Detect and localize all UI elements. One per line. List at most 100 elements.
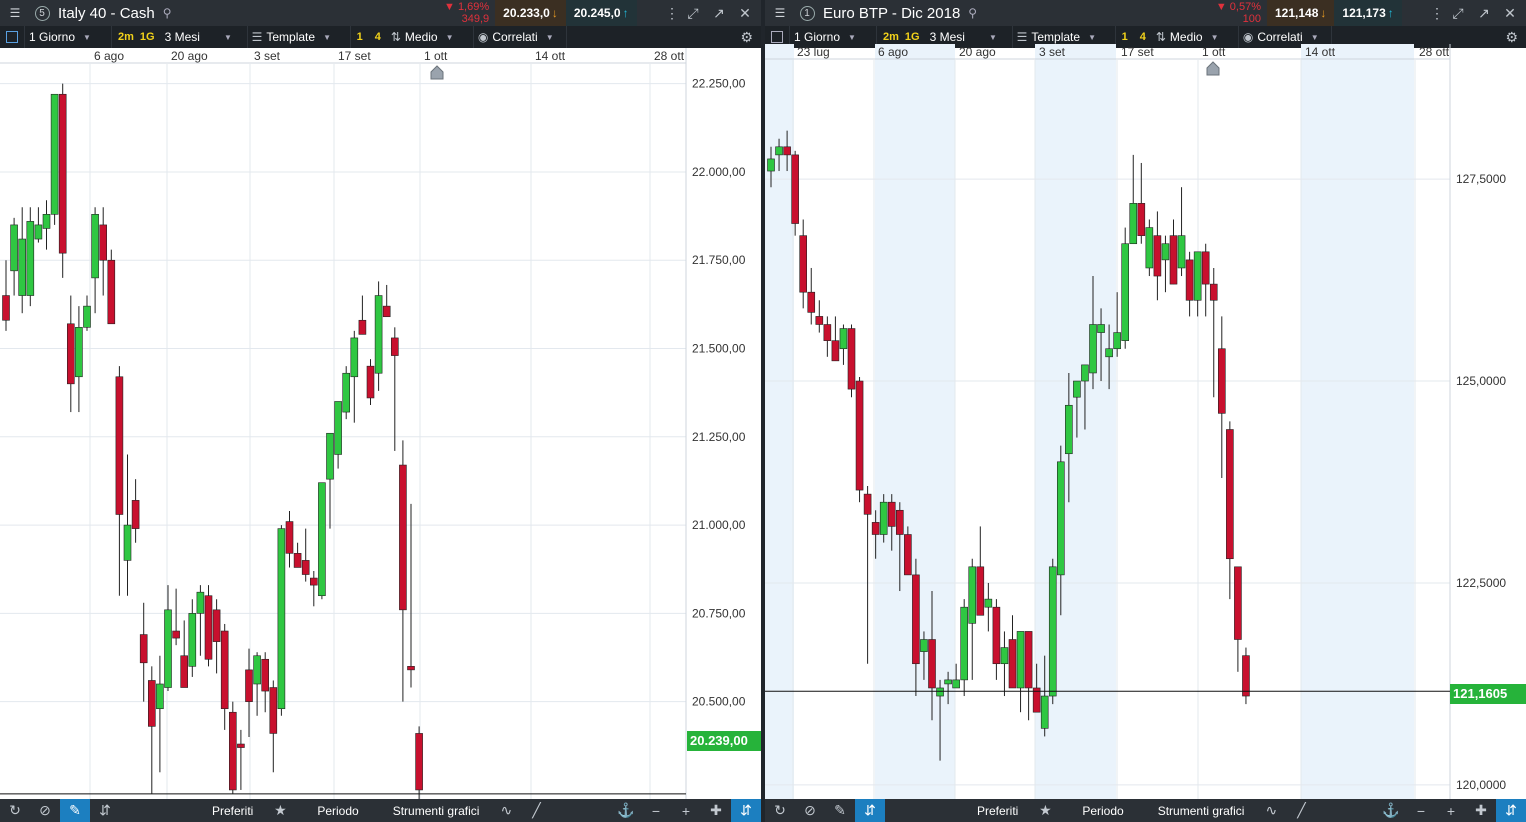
refresh-icon[interactable]: ↻ (0, 802, 30, 819)
candle-body (107, 259, 116, 325)
expand-icon[interactable]: ⤢ (680, 5, 706, 22)
popout-icon[interactable]: ↗ (706, 5, 732, 22)
trend-icon[interactable]: ╱ (521, 802, 551, 819)
close-icon[interactable]: ✕ (732, 5, 758, 22)
chevron-down-icon: ▼ (323, 32, 331, 42)
star-icon[interactable]: ★ (265, 802, 295, 819)
zoom-in-icon[interactable]: + (1436, 803, 1466, 819)
favorites-button[interactable]: Preferiti (965, 804, 1030, 818)
chart-type-label: Medio (404, 30, 438, 44)
candle-body (1008, 639, 1017, 689)
settings-gear-icon[interactable]: ⚙ (1505, 29, 1518, 46)
sell-price-button[interactable]: 20.233,0 ↓ (495, 0, 566, 26)
layout-4-button[interactable]: 4 (369, 31, 387, 43)
clear-icon[interactable]: ⊘ (795, 802, 825, 819)
popout-icon[interactable]: ↗ (1471, 5, 1497, 22)
star-icon[interactable]: ★ (1030, 802, 1060, 819)
crosshair-icon[interactable]: ✚ (1466, 802, 1496, 819)
interval-2m-button[interactable]: 2m (877, 31, 905, 43)
instrument-title[interactable]: Italy 40 - Cash (58, 5, 155, 22)
drawing-tools-button[interactable]: Strumenti grafici (1146, 804, 1257, 818)
menu-icon[interactable]: ☰ (765, 0, 795, 26)
candle-body (799, 235, 808, 293)
panel-number-badge[interactable]: 1 (795, 0, 819, 26)
template-label: Template (1031, 30, 1081, 44)
menu-icon[interactable]: ☰ (0, 0, 30, 26)
chevron-down-icon: ▼ (83, 32, 91, 42)
candle-body (920, 639, 928, 652)
wave-icon[interactable]: ∿ (1256, 802, 1286, 819)
buy-price-button[interactable]: 20.245,0 ↑ (565, 0, 637, 26)
grip-icon[interactable]: ⋮ (664, 5, 680, 22)
close-icon[interactable]: ✕ (1497, 5, 1523, 22)
correlati-select[interactable]: ◉ Correlati ▼ (474, 26, 567, 48)
panel-number-badge[interactable]: 5 (30, 0, 54, 26)
candle-body (912, 574, 920, 665)
anchor-icon[interactable]: ⚓ (611, 802, 641, 819)
search-icon[interactable]: ⚲ (968, 6, 977, 20)
wave-icon[interactable]: ∿ (491, 802, 521, 819)
refresh-icon[interactable]: ↻ (765, 802, 795, 819)
period-button[interactable]: Periodo (1060, 804, 1145, 818)
move-icon[interactable]: ⇵ (731, 799, 761, 822)
candle-body (75, 327, 83, 378)
up-arrow-icon: ↑ (1387, 6, 1394, 20)
chevron-down-icon: ▼ (988, 32, 997, 42)
candle-body (775, 146, 783, 156)
candle-body (1193, 251, 1202, 301)
instrument-title[interactable]: Euro BTP - Dic 2018 (823, 5, 960, 22)
anchor-icon[interactable]: ⚓ (1376, 802, 1406, 819)
candle-body (936, 687, 944, 697)
period-button[interactable]: Periodo (295, 804, 380, 818)
candle (172, 588, 180, 646)
candlestick-chart[interactable]: 22.250,00 22.000,00 21.750,00 21.500,00 21.2… (0, 48, 761, 799)
candle (358, 295, 367, 335)
candle-body (1169, 235, 1178, 285)
zoom-out-icon[interactable]: − (1406, 803, 1436, 819)
interval-1g-button[interactable]: 1G (140, 31, 161, 43)
pencil-icon[interactable]: ✎ (60, 799, 90, 822)
expand-icon[interactable]: ⤢ (1445, 5, 1471, 22)
candle (50, 93, 59, 225)
y-tick-label: 21.500,00 (692, 342, 746, 356)
zoom-in-icon[interactable]: + (671, 803, 701, 819)
sort-icon[interactable]: ⇵ (855, 799, 885, 822)
list-icon[interactable] (0, 26, 25, 48)
candle (1242, 647, 1250, 705)
chevron-down-icon: ▼ (1310, 32, 1319, 42)
layout-4-button[interactable]: 4 (1134, 31, 1152, 43)
candle-body (67, 323, 75, 385)
favorites-button[interactable]: Preferiti (200, 804, 265, 818)
candle-body (831, 340, 840, 362)
sell-price: 20.233,0 (503, 6, 550, 20)
chart-type-select[interactable]: ⇅ Medio ▼ (387, 26, 474, 48)
correlati-label: Correlati (1257, 30, 1303, 44)
grip-icon[interactable]: ⋮ (1429, 5, 1445, 22)
interval-1g-button[interactable]: 1G (905, 31, 926, 43)
buy-price-button[interactable]: 121,173 ↑ (1334, 0, 1402, 26)
interval-2m-button[interactable]: 2m (112, 31, 140, 43)
drawing-tools-button[interactable]: Strumenti grafici (381, 804, 492, 818)
sort-icon[interactable]: ⇵ (90, 802, 120, 819)
search-icon[interactable]: ⚲ (163, 6, 172, 20)
candle-body (1000, 647, 1009, 665)
settings-gear-icon[interactable]: ⚙ (740, 29, 753, 46)
layout-1-button[interactable]: 1 (1116, 31, 1134, 43)
crosshair-icon[interactable]: ✚ (701, 802, 731, 819)
x-tick-label: 6 ago (878, 45, 908, 59)
move-icon[interactable]: ⇵ (1496, 799, 1526, 822)
candle (847, 324, 856, 398)
candle (245, 648, 253, 737)
interval-select[interactable]: 1 Giorno ▼ (25, 26, 112, 48)
trend-icon[interactable]: ╱ (1286, 802, 1316, 819)
pencil-icon[interactable]: ✎ (825, 802, 855, 819)
candlestick-chart[interactable]: 127,5000 125,0000 122,5000 120,0000 23 lug 6 … (765, 44, 1526, 799)
clear-icon[interactable]: ⊘ (30, 802, 60, 819)
template-select[interactable]: ☰ Template ▼ (248, 26, 351, 48)
period-select[interactable]: 3 Mesi ▼ (161, 26, 248, 48)
sell-price-button[interactable]: 121,148 ↓ (1267, 0, 1335, 26)
quote-box: ▼ 0,57% 100 121,148 ↓ 121,173 ↑ (1203, 0, 1402, 26)
layout-1-button[interactable]: 1 (351, 31, 369, 43)
candle-body (212, 609, 221, 642)
zoom-out-icon[interactable]: − (641, 803, 671, 819)
